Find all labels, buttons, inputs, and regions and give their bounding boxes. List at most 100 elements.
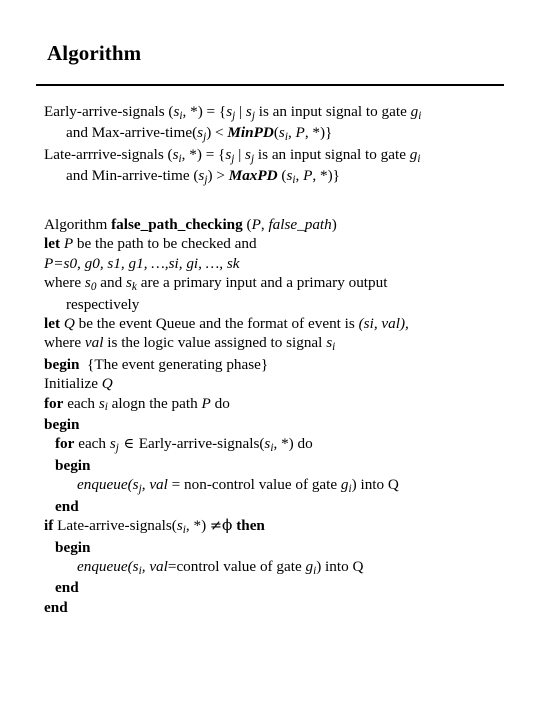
for-keyword-outer: for: [44, 394, 64, 412]
initialize-line: Initialize Q: [44, 374, 514, 393]
enq1-val: val: [149, 476, 168, 494]
for-sub-i: i: [104, 401, 108, 414]
if-keyword: if: [44, 517, 54, 535]
sub-k: k: [131, 280, 137, 293]
begin-keyword-outer: begin: [44, 355, 80, 373]
begin-comment: {The event generating phase}: [87, 355, 269, 373]
def-early-sub-gi: i: [418, 109, 422, 122]
definition-late-line2: and Min-arrive-time (sj) > MaxPD (si, P,…: [44, 166, 514, 187]
for-inner-line: for each sj ∈ Early-arrive-signals(si, *…: [44, 434, 514, 455]
enqueue-control-line: enqueue(si, val=control value of gate gi…: [44, 557, 514, 578]
def-early-sub-i: i: [179, 109, 183, 122]
def-late2-text-e: , *)}: [312, 167, 340, 185]
def-early-text-b: , *) = {: [182, 103, 227, 120]
algorithm-signature: Algorithm false_path_checking (P, false_…: [44, 215, 514, 234]
early-set-args: , *): [273, 435, 294, 453]
then-keyword: then: [236, 517, 265, 535]
for-text-a: each: [63, 394, 99, 412]
def-late-sub-j2: j: [250, 152, 255, 165]
enq1-sub-j: j: [138, 482, 142, 495]
path-eq: =: [53, 254, 64, 272]
begin-keyword-if: begin: [55, 538, 91, 556]
var-val: val: [84, 334, 104, 352]
definition-late-line1: Late-arrrive-signals (si, *) = {sj | sj …: [44, 145, 514, 166]
if-text-b: , *): [185, 517, 210, 535]
section-spacer-small: [44, 207, 514, 215]
where-val-line: where val is the logic value assigned to…: [44, 333, 514, 354]
enq2-var-si: s: [132, 557, 139, 575]
enq1-var-sj: s: [132, 476, 139, 494]
enqueue-noncontrol-line: enqueue(sj, val = non-control value of g…: [44, 475, 514, 496]
enqueue-call-noncontrol: enqueue: [77, 476, 128, 494]
where-text-b: and: [96, 274, 126, 292]
path-definition-line: P=s0, g0, s1, g1, …,si, gi, …, sk: [44, 254, 514, 273]
initialize-text: Initialize: [44, 375, 102, 393]
def-late-text-b: , *) = {: [181, 145, 226, 163]
path-sequence: s0, g0, s1, g1, …,si, gi, …, sk: [63, 254, 240, 272]
element-of-icon: ∈: [118, 436, 139, 453]
sub-0: 0: [90, 280, 97, 293]
page-title: Algorithm: [47, 41, 142, 65]
var-p: P: [63, 235, 74, 253]
for-inner-sub-j: j: [115, 442, 119, 455]
max-pd-label: MaxPD: [228, 167, 278, 185]
end-inner-line: end: [44, 497, 514, 516]
begin-inner-line: begin: [44, 456, 514, 475]
for-keyword-inner: for: [55, 435, 75, 453]
for-text-b: alogn the path: [107, 394, 202, 412]
let-q-text: be the event Queue and the format of eve…: [74, 315, 359, 333]
algorithm-keyword: Algorithm: [44, 216, 108, 234]
title-divider: [36, 84, 504, 86]
def-early2-text-d: ,: [287, 124, 296, 142]
definition-early-line1: Early-arrive-signals (si, *) = {sj | sj …: [44, 102, 514, 123]
where-primary-line: where s0 and sk are a primary input and …: [44, 273, 514, 294]
let-p-text: be the path to be checked and: [73, 235, 257, 253]
begin-keyword-loop: begin: [44, 416, 80, 434]
path-lhs: P: [44, 254, 54, 272]
if-late-line: if Late-arrive-signals(si, *) ≠ϕ then: [44, 516, 514, 537]
end-if-line: end: [44, 578, 514, 597]
respectively-line: respectively: [66, 295, 140, 313]
let-keyword-q: let: [44, 315, 61, 333]
slide-body: Early-arrive-signals (si, *) = {sj | sj …: [44, 102, 514, 617]
sig-paren-open: (: [242, 216, 252, 234]
enq1-gate-sub-i: i: [348, 482, 352, 495]
end-outer-line: end: [44, 598, 514, 617]
enq2-text-c: =control value of gate: [167, 557, 306, 575]
for-do-outer: do: [210, 394, 230, 412]
end-keyword-outer: end: [44, 598, 68, 616]
let-q-line: let Q be the event Queue and the format …: [44, 314, 514, 333]
param-p: P: [251, 216, 261, 234]
def-early2-var-p: P: [295, 124, 305, 142]
enq2-text-d: ) into Q: [316, 557, 364, 575]
enq1-text-c: = non-control value of gate: [167, 476, 341, 494]
begin-loop-line: begin: [44, 415, 514, 434]
def-early-sub-j2: j: [251, 109, 255, 122]
where-text-c: are a primary input and a primary output: [136, 274, 388, 292]
procedure-name: false_path_checking: [111, 216, 243, 234]
def-late2-sub-i: i: [292, 173, 296, 186]
let-p-line: let P be the path to be checked and: [44, 234, 514, 253]
enq2-sub-i: i: [138, 564, 142, 577]
param-false-path: false_path: [268, 216, 332, 234]
def-late-text-d: is an input signal to gate: [254, 145, 410, 163]
if-sub-i: i: [182, 523, 186, 536]
if-text-a: Late-arrive-signals(: [53, 517, 177, 535]
for-inner-var-sj: s: [109, 435, 116, 453]
def-early-var-sj2: s: [245, 103, 252, 120]
def-late-sub-j1: j: [231, 152, 235, 165]
def-early-sub-j1: j: [232, 109, 236, 122]
def-early-text-d: is an input signal to gate: [254, 103, 411, 120]
def-late-var-si: s: [172, 145, 179, 163]
early-set-call: Early-arrive-signals(: [138, 435, 265, 453]
def-late-text-c: |: [234, 145, 246, 163]
def-late2-var-p: P: [303, 167, 313, 185]
def-late-sub-i: i: [178, 152, 182, 165]
enq1-gate-g: g: [340, 476, 349, 494]
where-text-a: where: [44, 274, 85, 292]
sub-i-signal: i: [332, 341, 336, 354]
def-late2-text-a: and Min-arrive-time (: [66, 167, 199, 185]
var-q: Q: [63, 315, 75, 333]
slide: Algorithm Early-arrive-signals (si, *) =…: [0, 0, 540, 720]
